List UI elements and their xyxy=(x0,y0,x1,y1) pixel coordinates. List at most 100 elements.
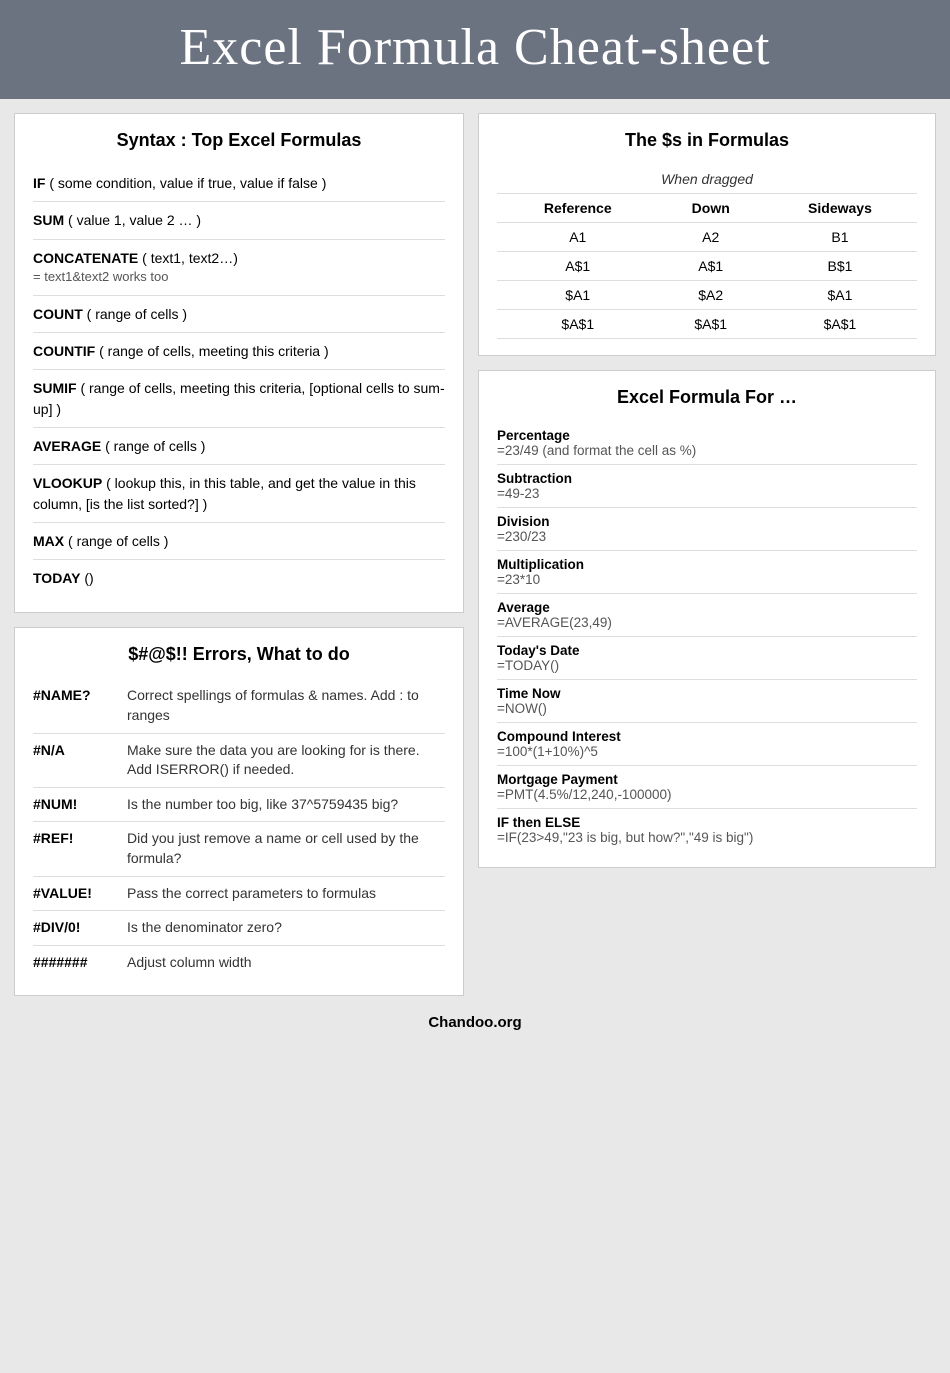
formula-for-label: Mortgage Payment xyxy=(497,772,917,787)
formula-name: COUNTIF xyxy=(33,343,95,359)
formula-params: ( some condition, value if true, value i… xyxy=(49,175,326,191)
formula-params: ( range of cells ) xyxy=(105,438,205,454)
formula-item: IF ( some condition, value if true, valu… xyxy=(33,165,445,202)
error-row: #DIV/0! Is the denominator zero? xyxy=(33,911,445,946)
formula-name: COUNT xyxy=(33,306,83,322)
formula-for-label: Time Now xyxy=(497,686,917,701)
dollar-cell: A$1 xyxy=(497,252,659,281)
formula-name: VLOOKUP xyxy=(33,475,102,491)
formula-for-value: =TODAY() xyxy=(497,658,559,673)
formula-params: ( range of cells, meeting this criteria,… xyxy=(33,380,445,416)
formula-name: TODAY xyxy=(33,570,80,586)
error-desc: Adjust column width xyxy=(127,953,252,973)
formula-item: COUNTIF ( range of cells, meeting this c… xyxy=(33,333,445,370)
error-row: #NUM! Is the number too big, like 37^5759… xyxy=(33,788,445,823)
formula-for-value: =23*10 xyxy=(497,572,540,587)
error-code: ####### xyxy=(33,953,113,973)
dollar-cell: A$1 xyxy=(659,252,763,281)
formula-params: ( range of cells ) xyxy=(68,533,168,549)
dollar-cell: $A1 xyxy=(763,281,917,310)
dollar-table-row: $A$1$A$1$A$1 xyxy=(497,310,917,339)
error-desc: Is the denominator zero? xyxy=(127,918,282,938)
col-header-sideways: Sideways xyxy=(763,194,917,223)
formula-for-value: =NOW() xyxy=(497,701,547,716)
left-column: Syntax : Top Excel Formulas IF ( some co… xyxy=(14,113,464,996)
footer: Chandoo.org xyxy=(0,1006,950,1043)
error-desc: Pass the correct parameters to formulas xyxy=(127,884,376,904)
formula-item: TODAY () xyxy=(33,560,445,596)
dollar-cell: $A$1 xyxy=(659,310,763,339)
formula-for-label: Average xyxy=(497,600,917,615)
formula-params: ( range of cells ) xyxy=(87,306,187,322)
dollar-table-row: A1A2B1 xyxy=(497,223,917,252)
formula-for-label: Today's Date xyxy=(497,643,917,658)
error-row: #REF! Did you just remove a name or cell … xyxy=(33,822,445,876)
dollars-title: The $s in Formulas xyxy=(497,130,917,151)
formula-for-value: =49-23 xyxy=(497,486,539,501)
error-desc: Did you just remove a name or cell used … xyxy=(127,829,445,868)
formula-for-value: =PMT(4.5%/12,240,-100000) xyxy=(497,787,671,802)
formula-for-card: Excel Formula For … Percentage=23/49 (an… xyxy=(478,370,936,868)
dollar-cell: A2 xyxy=(659,223,763,252)
formula-for-label: Compound Interest xyxy=(497,729,917,744)
formula-for-label: Subtraction xyxy=(497,471,917,486)
formula-item: VLOOKUP ( lookup this, in this table, an… xyxy=(33,465,445,523)
error-code: #VALUE! xyxy=(33,884,113,904)
dollar-cell: $A2 xyxy=(659,281,763,310)
formula-for-value: =AVERAGE(23,49) xyxy=(497,615,612,630)
errors-title: $#@$!! Errors, What to do xyxy=(33,644,445,665)
formula-for-label: Multiplication xyxy=(497,557,917,572)
formula-item: SUM ( value 1, value 2 … ) xyxy=(33,202,445,239)
dollar-cell: B1 xyxy=(763,223,917,252)
error-desc: Is the number too big, like 37^5759435 b… xyxy=(127,795,398,815)
formula-params: ( text1, text2…) xyxy=(142,250,238,266)
formula-params: ( range of cells, meeting this criteria … xyxy=(99,343,329,359)
errors-card: $#@$!! Errors, What to do #NAME? Correct … xyxy=(14,627,464,996)
formula-item: AVERAGE ( range of cells ) xyxy=(33,428,445,465)
dollars-card: The $s in Formulas When dragged Referenc… xyxy=(478,113,936,356)
formula-for-value: =23/49 (and format the cell as %) xyxy=(497,443,696,458)
formula-name: SUM xyxy=(33,212,64,228)
error-code: #NUM! xyxy=(33,795,113,815)
formula-item: SUMIF ( range of cells, meeting this cri… xyxy=(33,370,445,428)
formula-for-item: Percentage=23/49 (and format the cell as… xyxy=(497,422,917,465)
error-row: #NAME? Correct spellings of formulas & na… xyxy=(33,679,445,733)
formula-for-item: Subtraction=49-23 xyxy=(497,465,917,508)
col-header-reference: Reference xyxy=(497,194,659,223)
formula-name: AVERAGE xyxy=(33,438,101,454)
formula-item: CONCATENATE ( text1, text2…)= text1&text… xyxy=(33,240,445,296)
footer-text: Chandoo.org xyxy=(428,1014,521,1031)
error-row: #N/AMake sure the data you are looking f… xyxy=(33,734,445,788)
formula-for-label: Percentage xyxy=(497,428,917,443)
formula-for-value: =100*(1+10%)^5 xyxy=(497,744,598,759)
page-title: Excel Formula Cheat-sheet xyxy=(20,18,930,77)
formula-sub: = text1&text2 works too xyxy=(33,268,445,287)
formula-for-item: Division=230/23 xyxy=(497,508,917,551)
formula-params: () xyxy=(84,570,93,586)
error-code: #REF! xyxy=(33,829,113,868)
when-dragged-label: When dragged xyxy=(497,165,917,194)
error-desc: Correct spellings of formulas & names. A… xyxy=(127,686,445,725)
formula-name: MAX xyxy=(33,533,64,549)
formula-item: MAX ( range of cells ) xyxy=(33,523,445,560)
formula-list: IF ( some condition, value if true, valu… xyxy=(33,165,445,596)
dollar-cell: $A$1 xyxy=(497,310,659,339)
formula-for-item: Average=AVERAGE(23,49) xyxy=(497,594,917,637)
col-header-down: Down xyxy=(659,194,763,223)
main-content: Syntax : Top Excel Formulas IF ( some co… xyxy=(0,99,950,1006)
error-code: #NAME? xyxy=(33,686,113,725)
error-code: #DIV/0! xyxy=(33,918,113,938)
syntax-card: Syntax : Top Excel Formulas IF ( some co… xyxy=(14,113,464,613)
page-header: Excel Formula Cheat-sheet xyxy=(0,0,950,99)
formula-for-value: =IF(23>49,"23 is big, but how?","49 is b… xyxy=(497,830,753,845)
error-table: #NAME? Correct spellings of formulas & na… xyxy=(33,679,445,979)
formula-for-item: Time Now=NOW() xyxy=(497,680,917,723)
formula-for-item: Today's Date=TODAY() xyxy=(497,637,917,680)
formula-for-label: IF then ELSE xyxy=(497,815,917,830)
dollar-cell: A1 xyxy=(497,223,659,252)
formula-item: COUNT ( range of cells ) xyxy=(33,296,445,333)
dollar-cell: $A$1 xyxy=(763,310,917,339)
formula-for-item: Compound Interest=100*(1+10%)^5 xyxy=(497,723,917,766)
error-code: #N/A xyxy=(33,741,113,780)
dollar-cell: $A1 xyxy=(497,281,659,310)
